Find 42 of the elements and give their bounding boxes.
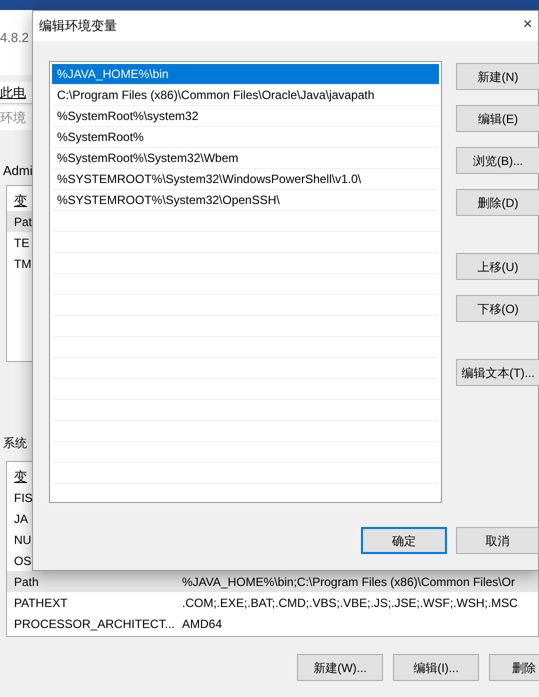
section-label: 系统 [3, 435, 27, 452]
action-button[interactable]: 新建(W)... [297, 654, 383, 681]
variable-name: Path [14, 574, 40, 590]
variable-value: AMD64 [182, 616, 222, 632]
side-button[interactable]: 浏览(B)... [456, 147, 539, 174]
close-button[interactable]: × [523, 15, 532, 35]
path-item[interactable]: %JAVA_HOME%\bin [52, 64, 439, 85]
side-button[interactable]: 编辑(E) [456, 105, 539, 132]
variable-name: JA [14, 510, 30, 528]
variable-row[interactable]: PATHEXT .COM;.EXE;.BAT;.CMD;.VBS;.VBE;.JS;.JSE;.WSF;.WSH;.MSC [7, 592, 538, 613]
side-button[interactable]: 下移(O) [456, 295, 539, 322]
path-item[interactable]: %SYSTEMROOT%\System32\WindowsPowerShell\v1.0\ [52, 169, 439, 190]
action-button[interactable]: 删除 [489, 654, 539, 681]
side-button[interactable]: 编辑文本(T)... [456, 359, 539, 386]
variable-name: NU [14, 532, 32, 548]
variable-name: TE [14, 234, 30, 252]
column-header[interactable]: 变 [14, 466, 27, 486]
variable-name: PROCESSOR_ARCHITECT... [14, 616, 176, 632]
variable-row[interactable]: PROCESSOR_ARCHITECT... AMD64 [7, 613, 538, 634]
path-item[interactable]: %SystemRoot%\system32 [52, 106, 439, 127]
variable-name: FIS [14, 490, 34, 506]
dialog-title: 编辑环境变量 [39, 17, 117, 36]
side-button[interactable]: 上移(U) [456, 253, 539, 280]
ok-button[interactable]: 确定 [361, 527, 447, 554]
action-button[interactable]: 编辑(I)... [393, 654, 479, 681]
variable-value: .COM;.EXE;.BAT;.CMD;.VBS;.VBE;.JS;.JSE;.WSF;.WSH;.MSC [182, 594, 518, 612]
version-text: 4.8.2 [0, 29, 29, 47]
variable-value: %JAVA_HOME%\bin;C:\Program Files (x86)\Common Files\Or [182, 574, 515, 590]
variable-name: TM [14, 256, 32, 272]
variable-name: OS [14, 552, 32, 570]
variable-row[interactable]: Path %JAVA_HOME%\bin;C:\Program Files (x86)\Common Files\Or [7, 571, 538, 592]
variable-name: Pat [14, 214, 34, 230]
path-item[interactable]: %SystemRoot% [52, 127, 439, 148]
cancel-button[interactable]: 取消 [456, 527, 539, 554]
variable-name: PATHEXT [14, 594, 69, 612]
section-label: Admi [3, 162, 33, 180]
column-header[interactable]: 变 [14, 190, 27, 210]
path-item[interactable]: C:\Program Files (x86)\Common Files\Oracle\Java\javapath [52, 85, 439, 106]
path-item[interactable]: %SystemRoot%\System32\Wbem [52, 148, 439, 169]
side-button[interactable]: 新建(N) [456, 63, 539, 90]
side-button[interactable]: 删除(D) [456, 189, 539, 216]
path-item[interactable]: %SYSTEMROOT%\System32\OpenSSH\ [52, 190, 439, 211]
